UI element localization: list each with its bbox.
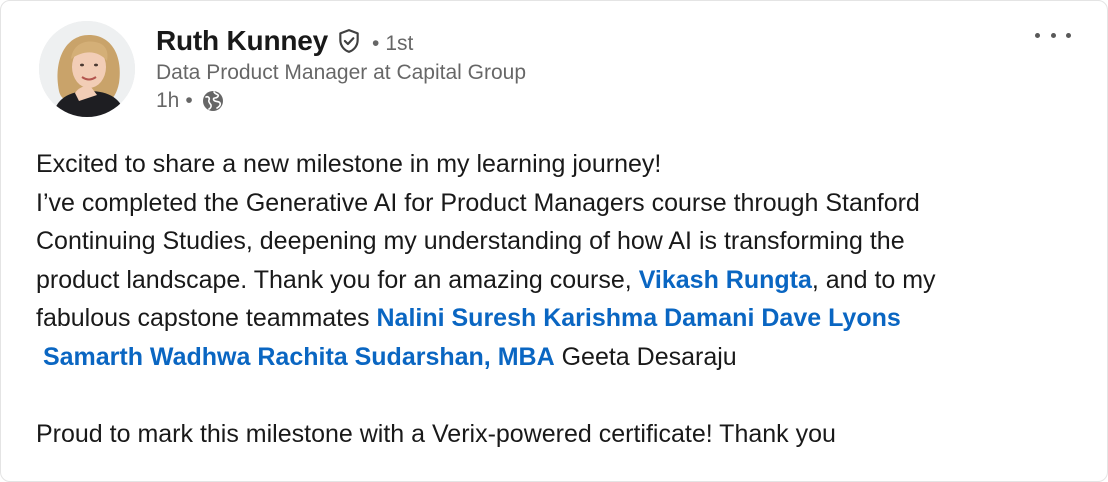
author-name[interactable]: Ruth Kunney: [156, 25, 328, 57]
post-line: I’ve completed the Generative AI for Pro…: [36, 188, 920, 217]
post-time: 1h: [156, 89, 180, 112]
post-meta: 1h •: [156, 89, 526, 113]
author-headline: Data Product Manager at Capital Group: [156, 61, 527, 84]
post-body: Excited to share a new milestone in my l…: [36, 145, 1086, 453]
mention-link[interactable]: Vikash Rungta: [639, 266, 812, 294]
more-options-button[interactable]: [1035, 23, 1071, 47]
post-text: product landscape. Thank you for an amaz…: [36, 265, 639, 294]
shield-check-icon: [336, 28, 362, 54]
post-text: , and to my: [811, 265, 936, 294]
post-line: fabulous capstone teammates Nalini Sures…: [36, 299, 1086, 338]
mention-link[interactable]: Karishma Damani: [543, 304, 754, 332]
author-avatar[interactable]: [39, 21, 135, 117]
connection-degree: • 1st: [372, 32, 414, 55]
avatar-photo: [39, 21, 135, 117]
mention-link[interactable]: Rachita Sudarshan, MBA: [257, 343, 554, 371]
mention-link[interactable]: Dave Lyons: [761, 304, 900, 332]
author-header: Ruth Kunney • 1st Data Product Manager at…: [156, 23, 526, 113]
name-row: Ruth Kunney • 1st: [156, 23, 526, 59]
post-line: Proud to mark this milestone with a Veri…: [36, 419, 836, 448]
post-text: fabulous capstone teammates: [36, 304, 377, 332]
mention-link[interactable]: Nalini Suresh: [376, 304, 536, 332]
post-card: Ruth Kunney • 1st Data Product Manager at…: [0, 0, 1108, 482]
post-line: product landscape. Thank you for an amaz…: [36, 261, 1086, 300]
globe-icon: [201, 89, 225, 113]
post-line: Excited to share a new milestone in my l…: [36, 150, 662, 178]
mention-link[interactable]: Samarth Wadhwa: [43, 343, 250, 371]
ellipsis-icon: [1035, 32, 1040, 38]
degree-label: 1st: [385, 32, 414, 55]
post-text: Geeta Desaraju: [561, 342, 737, 371]
post-line: Continuing Studies, deepening my underst…: [36, 227, 905, 255]
post-line: Samarth Wadhwa Rachita Sudarshan, MBA Ge…: [36, 338, 1086, 377]
